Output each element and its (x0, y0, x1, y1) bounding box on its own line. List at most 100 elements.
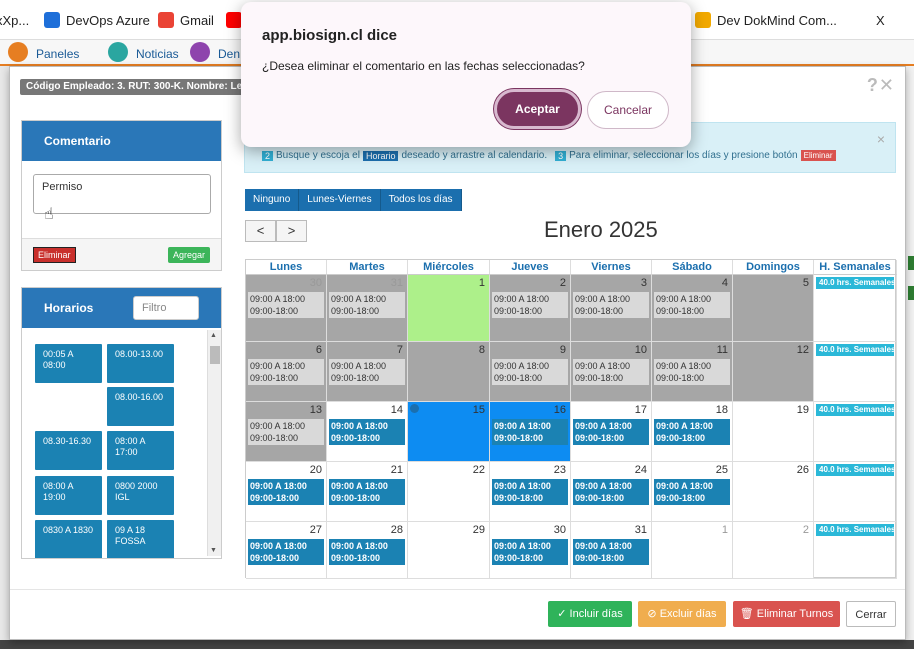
day-number: 10 (634, 344, 647, 356)
calendar-day-cell[interactable]: 30 09:00 A 18:00 09:00-18:00 (490, 522, 571, 579)
shift-event[interactable]: 09:00 A 18:00 09:00-18:00 (573, 419, 649, 445)
shift-event[interactable]: 09:00 A 18:00 09:00-18:00 (248, 419, 324, 445)
shift-event[interactable]: 09:00 A 18:00 09:00-18:00 (654, 359, 730, 385)
bookmark-item[interactable]: DevOps Azure (44, 0, 150, 40)
calendar-day-cell[interactable]: 14 09:00 A 18:00 09:00-18:00 (327, 402, 408, 462)
shift-event[interactable]: 09:00 A 18:00 09:00-18:00 (654, 419, 730, 445)
filter-ninguno-button[interactable]: Ninguno (245, 189, 300, 211)
bookmark-item[interactable]: Dev DokMind Com... (695, 0, 837, 40)
shift-event[interactable]: 09:00 A 18:00 09:00-18:00 (573, 292, 649, 318)
calendar-day-cell[interactable]: 1 (652, 522, 733, 579)
scroll-up-icon[interactable]: ▲ (210, 332, 217, 339)
shift-event[interactable]: 09:00 A 18:00 09:00-18:00 (329, 359, 405, 385)
shift-event-range: 09:00-18:00 (331, 306, 380, 316)
schedule-filter-input[interactable]: Filtro (133, 296, 199, 320)
calendar-day-cell[interactable]: 4 09:00 A 18:00 09:00-18:00 (652, 275, 733, 342)
shift-event[interactable]: 09:00 A 18:00 09:00-18:00 (329, 419, 405, 445)
next-month-button[interactable]: > (276, 220, 307, 242)
modal-help-close-icons[interactable]: ?✕ (867, 75, 895, 96)
calendar-day-cell[interactable]: 3 09:00 A 18:00 09:00-18:00 (571, 275, 652, 342)
include-days-button[interactable]: ✓ Incluir días (548, 601, 632, 627)
schedule-slot[interactable]: 0800 2000 IGL (107, 476, 174, 515)
shift-event[interactable]: 09:00 A 18:00 09:00-18:00 (492, 292, 568, 318)
calendar-day-cell[interactable]: 21 09:00 A 18:00 09:00-18:00 (327, 462, 408, 522)
bookmark-item[interactable]: X (876, 0, 885, 40)
calendar-day-cell[interactable]: 2 09:00 A 18:00 09:00-18:00 (490, 275, 571, 342)
calendar-day-cell[interactable]: 30 09:00 A 18:00 09:00-18:00 (246, 275, 327, 342)
calendar-day-cell[interactable]: 26 (733, 462, 814, 522)
shift-event[interactable]: 09:00 A 18:00 09:00-18:00 (248, 359, 324, 385)
exclude-days-button[interactable]: ⊘ Excluir días (638, 601, 726, 627)
schedule-slot[interactable]: 08.00-13.00 (107, 344, 174, 383)
calendar-day-cell[interactable]: 2 (733, 522, 814, 579)
calendar-day-cell[interactable]: 9 09:00 A 18:00 09:00-18:00 (490, 342, 571, 402)
calendar-day-cell[interactable]: 1 (408, 275, 490, 342)
schedule-list-scrollbar[interactable]: ▲ ▼ (207, 330, 221, 556)
cancel-button[interactable]: Cancelar (587, 91, 669, 129)
calendar-day-cell[interactable]: 27 09:00 A 18:00 09:00-18:00 (246, 522, 327, 579)
calendar-day-cell[interactable]: 22 (408, 462, 490, 522)
comment-textarea[interactable]: Permiso (33, 174, 211, 214)
shift-event[interactable]: 09:00 A 18:00 09:00-18:00 (329, 292, 405, 318)
calendar-day-cell[interactable]: 12 (733, 342, 814, 402)
shift-event[interactable]: 09:00 A 18:00 09:00-18:00 (492, 359, 568, 385)
calendar-day-cell[interactable]: 28 09:00 A 18:00 09:00-18:00 (327, 522, 408, 579)
shift-event[interactable]: 09:00 A 18:00 09:00-18:00 (329, 539, 405, 565)
schedule-slot[interactable]: 09 A 18 FOSSA (107, 520, 174, 558)
shift-event[interactable]: 09:00 A 18:00 09:00-18:00 (654, 479, 730, 505)
scroll-down-icon[interactable]: ▼ (210, 547, 217, 554)
shift-event[interactable]: 09:00 A 18:00 09:00-18:00 (248, 479, 324, 505)
schedule-slot[interactable]: 08:00 A 19:00 (35, 476, 102, 515)
schedule-slot[interactable]: 08.00-16.00 (107, 387, 174, 426)
accept-button[interactable]: Aceptar (494, 89, 581, 129)
calendar-day-cell[interactable]: 8 (408, 342, 490, 402)
calendar-day-cell[interactable]: 24 09:00 A 18:00 09:00-18:00 (571, 462, 652, 522)
shift-event[interactable]: 09:00 A 18:00 09:00-18:00 (492, 539, 568, 565)
filter-todos-los-d-as-button[interactable]: Todos los días (380, 189, 462, 211)
shift-event[interactable]: 09:00 A 18:00 09:00-18:00 (492, 419, 568, 445)
schedule-slot[interactable]: 00:05 A 08:00 (35, 344, 102, 383)
calendar-day-cell[interactable]: 16 09:00 A 18:00 09:00-18:00 (490, 402, 571, 462)
calendar-day-cell[interactable]: 19 (733, 402, 814, 462)
calendar-day-cell[interactable]: 20 09:00 A 18:00 09:00-18:00 (246, 462, 327, 522)
appbar-item[interactable]: Paneles (8, 42, 79, 62)
appbar-item[interactable]: Noticias (108, 42, 179, 62)
calendar-day-cell[interactable]: 13 09:00 A 18:00 09:00-18:00 (246, 402, 327, 462)
shift-event[interactable]: 09:00 A 18:00 09:00-18:00 (654, 292, 730, 318)
close-icon[interactable]: × (877, 131, 885, 147)
delete-comment-button[interactable]: Eliminar (33, 247, 76, 263)
schedule-slot[interactable]: 0830 A 1830 (35, 520, 102, 558)
calendar-day-cell[interactable]: 25 09:00 A 18:00 09:00-18:00 (652, 462, 733, 522)
shift-event[interactable]: 09:00 A 18:00 09:00-18:00 (573, 539, 649, 565)
calendar-day-cell[interactable]: 7 09:00 A 18:00 09:00-18:00 (327, 342, 408, 402)
shift-event[interactable]: 09:00 A 18:00 09:00-18:00 (573, 479, 649, 505)
calendar-day-cell[interactable]: 31 09:00 A 18:00 09:00-18:00 (327, 275, 408, 342)
calendar-day-cell[interactable]: 17 09:00 A 18:00 09:00-18:00 (571, 402, 652, 462)
delete-shifts-button[interactable]: 🗑 Eliminar Turnos (733, 601, 840, 627)
appbar-item[interactable]: Den (190, 42, 240, 62)
filter-lunes-viernes-button[interactable]: Lunes-Viernes (299, 189, 381, 211)
add-comment-button[interactable]: Agregar (167, 247, 210, 263)
calendar-day-cell[interactable]: 18 09:00 A 18:00 09:00-18:00 (652, 402, 733, 462)
day-number: 16 (553, 404, 566, 416)
schedule-slot[interactable]: 08:00 A 17:00 (107, 431, 174, 470)
bookmark-item[interactable]: Gmail (158, 0, 214, 40)
calendar-day-cell[interactable]: 31 09:00 A 18:00 09:00-18:00 (571, 522, 652, 579)
calendar-day-cell[interactable]: 6 09:00 A 18:00 09:00-18:00 (246, 342, 327, 402)
bookmark-item[interactable]: xXp... (0, 0, 29, 40)
calendar-day-cell[interactable]: 23 09:00 A 18:00 09:00-18:00 (490, 462, 571, 522)
shift-event[interactable]: 09:00 A 18:00 09:00-18:00 (248, 292, 324, 318)
prev-month-button[interactable]: < (245, 220, 276, 242)
close-button[interactable]: Cerrar (846, 601, 896, 627)
calendar-day-cell[interactable]: 11 09:00 A 18:00 09:00-18:00 (652, 342, 733, 402)
shift-event[interactable]: 09:00 A 18:00 09:00-18:00 (248, 539, 324, 565)
calendar-day-cell[interactable]: 5 (733, 275, 814, 342)
shift-event[interactable]: 09:00 A 18:00 09:00-18:00 (492, 479, 568, 505)
shift-event[interactable]: 09:00 A 18:00 09:00-18:00 (573, 359, 649, 385)
calendar-day-cell[interactable]: 15 (408, 402, 490, 462)
calendar-day-cell[interactable]: 29 (408, 522, 490, 579)
shift-event[interactable]: 09:00 A 18:00 09:00-18:00 (329, 479, 405, 505)
schedule-slot[interactable]: 08.30-16.30 (35, 431, 102, 470)
scroll-thumb[interactable] (210, 346, 220, 364)
calendar-day-cell[interactable]: 10 09:00 A 18:00 09:00-18:00 (571, 342, 652, 402)
